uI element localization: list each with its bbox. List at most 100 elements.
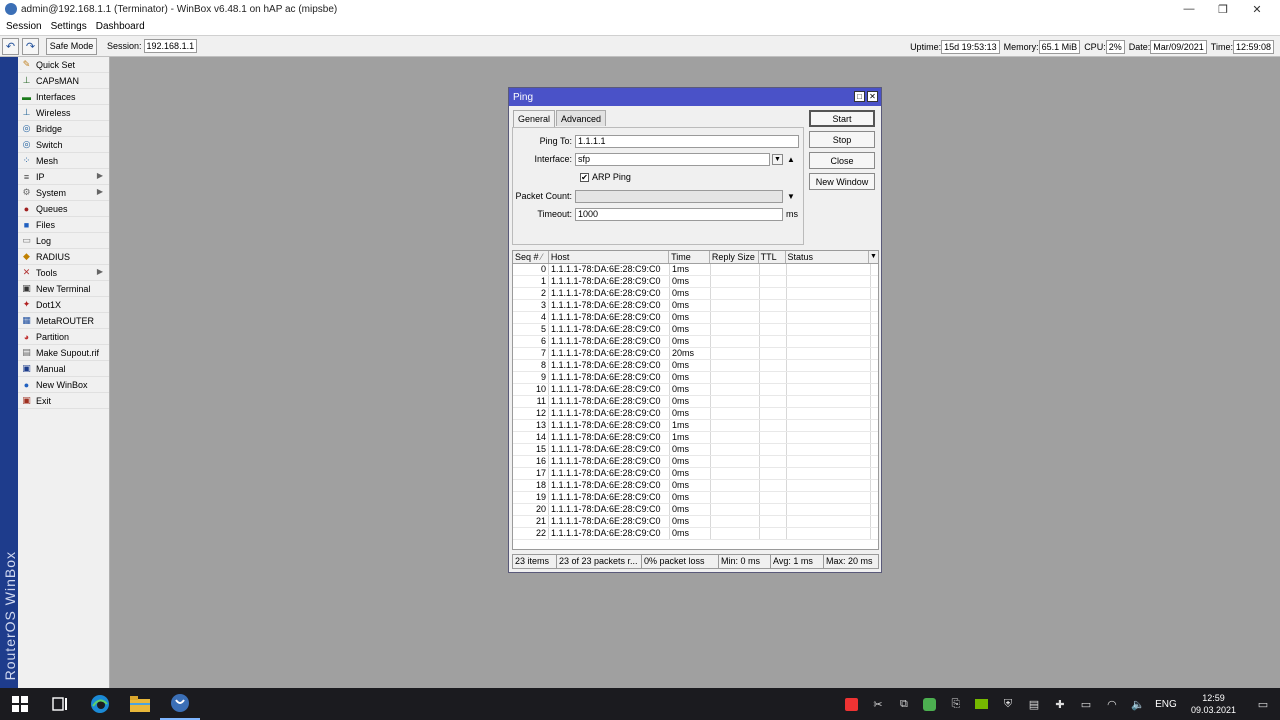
interface-dropdown-icon[interactable]: ▼ (772, 153, 783, 165)
expand-down-icon[interactable]: ▼ (787, 192, 795, 201)
table-row[interactable]: 16 1.1.1.1-78:DA:6E:28:C9:C0 0ms (513, 456, 878, 468)
sidebar-item-system[interactable]: ⚙ System ▶ (18, 185, 109, 201)
table-row[interactable]: 2 1.1.1.1-78:DA:6E:28:C9:C0 0ms (513, 288, 878, 300)
interface-select[interactable]: sfp (575, 152, 770, 166)
column-host[interactable]: Host (549, 251, 670, 263)
column-reply-size[interactable]: Reply Size (710, 251, 759, 263)
undo-button[interactable]: ↶ (2, 37, 19, 55)
sidebar-item-quick-set[interactable]: ✎ Quick Set (18, 57, 109, 73)
maximize-button[interactable]: ❐ (1207, 0, 1239, 18)
safe-mode-button[interactable]: Safe Mode (46, 37, 97, 55)
task-view-icon[interactable] (40, 688, 80, 720)
file-explorer-icon[interactable] (120, 688, 160, 720)
stop-button[interactable]: Stop (809, 131, 875, 148)
table-row[interactable]: 20 1.1.1.1-78:DA:6E:28:C9:C0 0ms (513, 504, 878, 516)
table-row[interactable]: 7 1.1.1.1-78:DA:6E:28:C9:C0 20ms (513, 348, 878, 360)
ping-window-title-bar[interactable]: Ping □ ✕ (509, 88, 881, 106)
close-button[interactable]: ✕ (1241, 0, 1273, 18)
tray-battery-icon[interactable]: ▭ (1073, 688, 1099, 720)
table-row[interactable]: 5 1.1.1.1-78:DA:6E:28:C9:C0 0ms (513, 324, 878, 336)
sidebar-item-files[interactable]: ■ Files (18, 217, 109, 233)
language-indicator[interactable]: ENG (1151, 688, 1181, 720)
table-row[interactable]: 3 1.1.1.1-78:DA:6E:28:C9:C0 0ms (513, 300, 878, 312)
close-dialog-button[interactable]: Close (809, 152, 875, 169)
tray-nvidia-icon[interactable] (969, 688, 995, 720)
sidebar-item-queues[interactable]: ● Queues (18, 201, 109, 217)
arp-ping-checkbox[interactable]: ✔ (580, 172, 589, 182)
collapse-up-icon[interactable]: ▲ (787, 155, 795, 164)
column-time[interactable]: Time (669, 251, 710, 263)
table-row[interactable]: 14 1.1.1.1-78:DA:6E:28:C9:C0 1ms (513, 432, 878, 444)
sidebar-item-switch[interactable]: ◎ Switch (18, 137, 109, 153)
sidebar-item-wireless[interactable]: ⊥ Wireless (18, 105, 109, 121)
table-row[interactable]: 8 1.1.1.1-78:DA:6E:28:C9:C0 0ms (513, 360, 878, 372)
tab-advanced[interactable]: Advanced (556, 110, 607, 126)
sidebar-item-partition[interactable]: ◕ Partition (18, 329, 109, 345)
table-row[interactable]: 1 1.1.1.1-78:DA:6E:28:C9:C0 0ms (513, 276, 878, 288)
sidebar-item-manual[interactable]: ▣ Manual (18, 361, 109, 377)
sidebar-item-new-winbox[interactable]: ● New WinBox (18, 377, 109, 393)
tray-app-icon-check[interactable] (917, 688, 943, 720)
clock[interactable]: 12:59 09.03.2021 (1191, 692, 1236, 716)
sidebar-item-dot1x[interactable]: ✦ Dot1X (18, 297, 109, 313)
sidebar-item-exit[interactable]: ▣ Exit (18, 393, 109, 409)
tray-app-icon-tools[interactable]: ✂ (865, 688, 891, 720)
tray-security-icon[interactable]: ✚ (1047, 688, 1073, 720)
menu-dashboard[interactable]: Dashboard (96, 21, 145, 32)
tray-app-icon-red[interactable] (839, 688, 865, 720)
table-row[interactable]: 13 1.1.1.1-78:DA:6E:28:C9:C0 1ms (513, 420, 878, 432)
tray-app-icon-network[interactable]: ⧉ (891, 688, 917, 720)
cell-rs (711, 372, 760, 383)
sidebar-item-ip[interactable]: ≡ IP ▶ (18, 169, 109, 185)
table-row[interactable]: 10 1.1.1.1-78:DA:6E:28:C9:C0 0ms (513, 384, 878, 396)
table-row[interactable]: 9 1.1.1.1-78:DA:6E:28:C9:C0 0ms (513, 372, 878, 384)
table-row[interactable]: 11 1.1.1.1-78:DA:6E:28:C9:C0 0ms (513, 396, 878, 408)
column-status[interactable]: Status (786, 251, 870, 263)
table-row[interactable]: 18 1.1.1.1-78:DA:6E:28:C9:C0 0ms (513, 480, 878, 492)
packet-count-label: Packet Count: (515, 191, 572, 201)
table-row[interactable]: 12 1.1.1.1-78:DA:6E:28:C9:C0 0ms (513, 408, 878, 420)
maximize-window-icon[interactable]: □ (854, 91, 865, 102)
sidebar-item-mesh[interactable]: ⁘ Mesh (18, 153, 109, 169)
table-row[interactable]: 17 1.1.1.1-78:DA:6E:28:C9:C0 0ms (513, 468, 878, 480)
sidebar-item-tools[interactable]: ✕ Tools ▶ (18, 265, 109, 281)
wifi-icon[interactable]: ◠ (1099, 688, 1125, 720)
close-window-icon[interactable]: ✕ (867, 91, 878, 102)
timeout-input[interactable]: 1000 (575, 207, 783, 221)
start-button[interactable]: Start (809, 110, 875, 127)
table-row[interactable]: 6 1.1.1.1-78:DA:6E:28:C9:C0 0ms (513, 336, 878, 348)
ping-to-input[interactable]: 1.1.1.1 (575, 134, 799, 148)
menu-settings[interactable]: Settings (51, 21, 87, 32)
start-button-windows-icon[interactable] (0, 688, 40, 720)
edge-browser-icon[interactable] (80, 688, 120, 720)
tab-general[interactable]: General (513, 110, 556, 127)
table-row[interactable]: 0 1.1.1.1-78:DA:6E:28:C9:C0 1ms (513, 264, 878, 276)
sidebar-item-new-terminal[interactable]: ▣ New Terminal (18, 281, 109, 297)
volume-icon[interactable]: 🔈 (1125, 688, 1151, 720)
sidebar-item-interfaces[interactable]: ▬ Interfaces (18, 89, 109, 105)
table-row[interactable]: 22 1.1.1.1-78:DA:6E:28:C9:C0 0ms (513, 528, 878, 540)
table-row[interactable]: 19 1.1.1.1-78:DA:6E:28:C9:C0 0ms (513, 492, 878, 504)
sidebar-item-bridge[interactable]: ◎ Bridge (18, 121, 109, 137)
column-menu-icon[interactable]: ▼ (869, 251, 878, 263)
redo-button[interactable]: ↷ (22, 37, 39, 55)
sidebar-item-metarouter[interactable]: ▦ MetaROUTER (18, 313, 109, 329)
sidebar-item-log[interactable]: ▭ Log (18, 233, 109, 249)
column-seq[interactable]: Seq # ⁄ (513, 251, 549, 263)
notifications-icon[interactable]: ▭ (1246, 688, 1280, 720)
tray-shield-icon[interactable]: ⛨ (995, 688, 1021, 720)
minimize-button[interactable]: — (1173, 0, 1205, 18)
sidebar-item-capsman[interactable]: ⊥ CAPsMAN (18, 73, 109, 89)
table-row[interactable]: 21 1.1.1.1-78:DA:6E:28:C9:C0 0ms (513, 516, 878, 528)
sidebar-item-make-supout-rif[interactable]: ▤ Make Supout.rif (18, 345, 109, 361)
new-window-button[interactable]: New Window (809, 173, 875, 190)
tray-app-icon-usb[interactable]: ⎘ (943, 688, 969, 720)
packet-count-input[interactable] (575, 189, 783, 203)
table-row[interactable]: 4 1.1.1.1-78:DA:6E:28:C9:C0 0ms (513, 312, 878, 324)
sidebar-item-radius[interactable]: ◆ RADIUS (18, 249, 109, 265)
column-ttl[interactable]: TTL (759, 251, 786, 263)
winbox-taskbar-icon[interactable] (160, 688, 200, 720)
table-row[interactable]: 15 1.1.1.1-78:DA:6E:28:C9:C0 0ms (513, 444, 878, 456)
menu-session[interactable]: Session (6, 21, 42, 32)
tray-app-icon-doc[interactable]: ▤ (1021, 688, 1047, 720)
